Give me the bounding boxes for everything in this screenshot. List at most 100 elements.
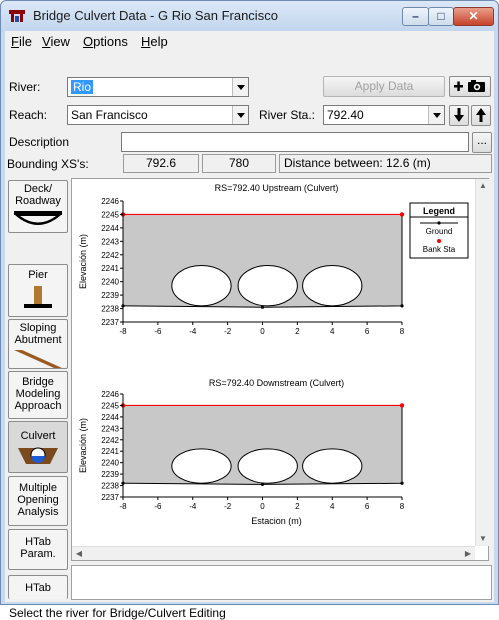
y-tick-label: 2238 <box>101 305 119 314</box>
x-tick-label: -4 <box>189 327 197 336</box>
scroll-up-icon[interactable]: ▲ <box>476 179 490 193</box>
description-more-button[interactable]: ... <box>472 132 492 153</box>
notes-panel <box>71 565 492 600</box>
sidebar-bridge-modeling-approach[interactable]: Bridge Modeling Approach <box>8 371 68 419</box>
culvert-opening <box>237 265 298 307</box>
y-tick-label: 2239 <box>101 470 119 479</box>
y-tick-label: 2243 <box>101 237 119 246</box>
menu-file[interactable]: File <box>11 34 32 49</box>
river-sta-combo[interactable]: 792.40 <box>323 105 445 125</box>
cross-section-plot-panel: RS=792.40 Upstream (Culvert) Elevación (m… <box>71 178 489 561</box>
y-tick-label: 2240 <box>101 278 119 287</box>
description-field[interactable] <box>121 132 469 152</box>
x-tick-label: 2 <box>295 327 300 336</box>
maximize-button[interactable]: □ <box>428 7 454 26</box>
description-label: Description <box>9 135 70 149</box>
scroll-down-icon[interactable]: ▼ <box>476 532 490 546</box>
y-tick-label: 2242 <box>101 251 119 260</box>
status-bar-text: Select the river for Bridge/Culvert Edit… <box>9 606 226 620</box>
river-value: Rio <box>71 80 94 94</box>
bridge-culvert-window: Bridge Culvert Data - G Rio San Francisc… <box>0 0 499 620</box>
culvert-icon <box>18 447 58 464</box>
cross-section-plots: RS=792.40 Upstream (Culvert) Elevación (m… <box>78 183 469 526</box>
chevron-down-icon[interactable] <box>232 78 248 96</box>
sidebar-label: Sloping Abutment <box>14 322 62 346</box>
maximize-icon: □ <box>437 9 445 23</box>
downstream-xs-value[interactable]: 780 <box>202 154 276 173</box>
y-tick-label: 2241 <box>101 447 119 456</box>
abutment-icon <box>14 350 62 368</box>
reach-combo[interactable]: San Francisco <box>67 105 249 125</box>
chart-title: RS=792.40 Downstream (Culvert) <box>209 378 344 388</box>
y-axis-label: Elevación (m) <box>78 234 88 289</box>
culvert-opening <box>302 265 363 307</box>
culvert-opening <box>171 265 232 307</box>
menu-options[interactable]: Options <box>83 34 128 49</box>
x-tick-label: 0 <box>260 502 265 511</box>
y-tick-label: 2246 <box>101 390 119 399</box>
window-title: Bridge Culvert Data - G Rio San Francisc… <box>33 8 278 23</box>
sidebar-sloping-abutment[interactable]: Sloping Abutment <box>8 319 68 369</box>
menu-help[interactable]: Help <box>141 34 168 49</box>
ground-point <box>260 305 265 309</box>
sidebar-label: HTab <box>25 582 51 594</box>
previous-station-button[interactable] <box>471 105 491 126</box>
horizontal-scrollbar[interactable]: ◀ ▶ <box>72 546 475 560</box>
sidebar-htab[interactable]: HTab <box>8 575 68 599</box>
upstream-xs-value[interactable]: 792.6 <box>123 154 199 173</box>
client-area: File View Options Help River: Rio Apply … <box>5 31 494 620</box>
y-tick-label: 2243 <box>101 424 119 433</box>
x-tick-label: 4 <box>330 327 335 336</box>
sidebar-label: Deck/ Roadway <box>15 183 61 207</box>
legend-ground-marker <box>437 221 441 225</box>
y-tick-label: 2244 <box>101 413 119 422</box>
sidebar-culvert[interactable]: Culvert <box>8 421 68 473</box>
sidebar-label: Culvert <box>20 430 56 442</box>
legend-item-ground: Ground <box>426 227 453 236</box>
menu-view[interactable]: View <box>42 34 70 49</box>
menu-bar: File View Options Help <box>5 31 494 51</box>
culvert-opening <box>302 448 363 484</box>
chart-title: RS=792.40 Upstream (Culvert) <box>215 183 339 193</box>
y-tick-label: 2242 <box>101 436 119 445</box>
apply-data-button[interactable]: Apply Data <box>323 76 445 97</box>
sidebar-htab-param[interactable]: HTab Param. <box>8 529 68 570</box>
legend-bank-marker <box>437 239 441 243</box>
sidebar-pier[interactable]: Pier <box>8 264 68 317</box>
bank-station-marker <box>399 212 405 217</box>
reach-label: Reach: <box>9 108 48 122</box>
next-station-button[interactable] <box>449 105 469 126</box>
river-sta-label: River Sta.: <box>259 108 316 122</box>
legend-item-bank-sta: Bank Sta <box>423 245 456 254</box>
x-tick-label: -2 <box>224 327 232 336</box>
x-tick-label: 0 <box>260 327 265 336</box>
y-tick-label: 2244 <box>101 224 119 233</box>
x-tick-label: 8 <box>400 502 405 511</box>
sidebar-deck-roadway[interactable]: Deck/ Roadway <box>8 180 68 233</box>
close-button[interactable]: ✕ <box>453 7 494 26</box>
x-tick-label: 2 <box>295 502 300 511</box>
chevron-down-icon[interactable] <box>428 106 444 124</box>
arrow-down-icon <box>454 108 464 122</box>
minimize-button[interactable]: – <box>402 7 429 26</box>
title-bar[interactable]: Bridge Culvert Data - G Rio San Francisc… <box>1 1 498 31</box>
x-axis-label: Estacion (m) <box>251 516 302 526</box>
sidebar-multiple-opening-analysis[interactable]: Multiple Opening Analysis <box>8 476 68 526</box>
x-tick-label: -6 <box>154 327 162 336</box>
x-tick-label: -4 <box>189 502 197 511</box>
ground-point <box>400 481 404 485</box>
vertical-scrollbar[interactable]: ▲ ▼ <box>475 179 489 546</box>
reach-value: San Francisco <box>71 108 148 122</box>
scroll-left-icon[interactable]: ◀ <box>72 547 86 561</box>
bank-station-marker <box>399 403 405 408</box>
sidebar-label: Bridge Modeling Approach <box>14 376 62 412</box>
y-tick-label: 2240 <box>101 459 119 468</box>
y-tick-label: 2237 <box>101 493 119 502</box>
add-photo-icon <box>454 80 485 92</box>
river-combo[interactable]: Rio <box>67 77 249 97</box>
add-camera-button[interactable] <box>449 76 491 97</box>
sidebar-label: HTab Param. <box>20 536 56 560</box>
scroll-right-icon[interactable]: ▶ <box>461 547 475 561</box>
y-tick-label: 2241 <box>101 264 119 273</box>
chevron-down-icon[interactable] <box>232 106 248 124</box>
